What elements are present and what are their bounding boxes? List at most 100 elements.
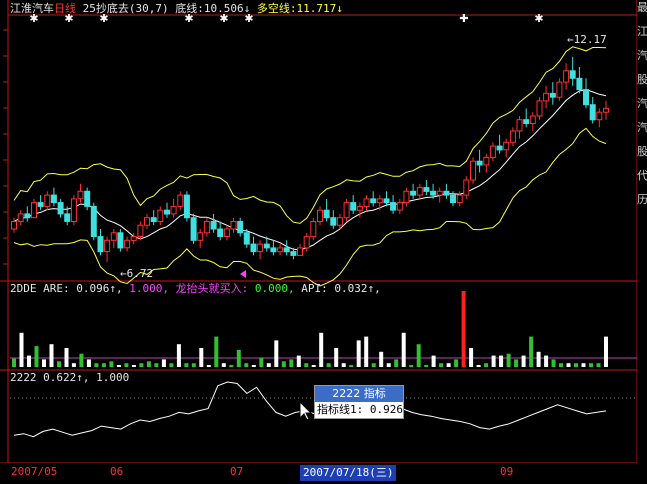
indicator-bar	[79, 353, 84, 367]
indicator-bar	[371, 363, 376, 367]
right-strip-char: 代	[637, 169, 647, 182]
indicator-bar	[71, 363, 76, 367]
mouse-pointer-icon	[299, 400, 313, 421]
candle-body	[310, 221, 317, 238]
candle-body	[603, 107, 609, 113]
indicator-bar	[596, 363, 601, 367]
candle-body	[317, 209, 323, 222]
signal-star: ✱	[534, 12, 543, 25]
candle-body	[383, 198, 390, 204]
candle-body	[44, 194, 51, 207]
indicator-bar	[229, 365, 234, 367]
indicator-bar	[491, 355, 496, 367]
indicator-bar	[364, 336, 369, 367]
indicator-bar	[476, 365, 481, 367]
indicator-bar	[304, 363, 309, 367]
indicator-bar	[529, 336, 534, 367]
candle-body	[277, 247, 284, 253]
date-label-jun: 06	[110, 465, 124, 478]
indicator-bar	[311, 365, 316, 367]
right-strip-char: 股	[637, 145, 647, 158]
candle-body	[410, 190, 417, 196]
bottom-line-label: 底线:	[175, 2, 204, 15]
right-strip-char: 汽	[637, 49, 647, 62]
candle-body	[270, 247, 277, 253]
dragon-value: 0.000,	[254, 282, 295, 295]
candle-body	[250, 243, 257, 253]
right-strip-char: 最	[637, 1, 647, 14]
candle-body	[203, 221, 210, 234]
indicator-tooltip: 2222 指标 指标线1: 0.926	[314, 385, 404, 419]
candle-body	[57, 202, 64, 215]
right-strip-char: 历	[637, 193, 647, 206]
indicator-bar	[214, 336, 219, 367]
candle-body	[283, 247, 290, 253]
period-label: 日线	[54, 2, 76, 15]
candle-body	[97, 236, 104, 253]
candle-body	[90, 205, 97, 237]
sub1-value1: 0.096↑,	[76, 282, 123, 295]
candle-body	[343, 202, 350, 219]
candle-body	[496, 145, 503, 151]
candle-body	[529, 115, 536, 124]
indicator-bar	[154, 363, 159, 367]
indicator-bar	[544, 355, 549, 367]
right-strip-char: 江	[637, 25, 647, 38]
right-strip-char: 汽	[637, 121, 647, 134]
candle-body	[523, 119, 530, 124]
cursor-date-label: 2007/07/18(三)	[300, 465, 397, 481]
candle-body	[24, 213, 31, 219]
indicator-bar	[42, 359, 46, 367]
indicator-bar	[259, 357, 264, 367]
indicator-name: 25抄底去(30,7)	[82, 2, 169, 15]
indicator-bar	[454, 359, 459, 367]
candle-body	[237, 221, 244, 234]
date-label-may: 2007/05	[11, 465, 58, 478]
indicator-bar	[574, 363, 578, 367]
indicator-bar	[394, 359, 399, 367]
candle-body	[470, 160, 476, 181]
candle-body	[430, 190, 437, 196]
indicator-bar	[221, 363, 226, 367]
indicator-bar	[236, 349, 241, 367]
indicator-bar	[461, 291, 466, 367]
bottom-line-value: 10.506↓	[203, 2, 251, 15]
lower-band-line	[13, 127, 607, 287]
date-label-jul: 07	[230, 465, 244, 478]
candle-body	[70, 198, 77, 222]
indicator-bar	[34, 346, 39, 367]
candle-body	[356, 205, 363, 211]
candles	[11, 56, 609, 263]
candle-body	[543, 92, 550, 102]
candle-body	[450, 194, 456, 204]
candle-body	[370, 198, 377, 204]
tooltip-line: 指标线1: 0.926	[317, 403, 403, 416]
sub1-value2: 1.000,	[129, 282, 169, 295]
candle-body	[210, 221, 217, 230]
sub2-name: 2222	[10, 371, 37, 384]
indicator-bar	[86, 359, 91, 367]
indicator-bar	[506, 353, 511, 367]
candle-body	[549, 92, 556, 98]
candle-body	[217, 228, 224, 237]
candle-body	[77, 190, 84, 200]
candle-body	[416, 187, 423, 196]
candle-body	[330, 217, 337, 226]
indicator-bar	[446, 363, 451, 367]
candle-body	[84, 190, 91, 207]
candle-body	[157, 209, 164, 222]
indicator-bar	[551, 359, 556, 367]
candle-body	[137, 224, 144, 237]
candle-body	[443, 190, 450, 196]
longshort-label: 多空线:	[256, 2, 297, 15]
indicator-bar	[521, 355, 526, 367]
candle-body	[363, 198, 370, 207]
candle-body	[403, 190, 410, 204]
indicator-bar	[274, 340, 279, 367]
indicator-bar	[349, 365, 354, 367]
indicator-bar	[27, 355, 31, 367]
magenta-marker	[240, 270, 246, 278]
indicator-bar	[341, 363, 346, 367]
candle-body	[303, 236, 310, 249]
candle-body	[509, 130, 516, 143]
